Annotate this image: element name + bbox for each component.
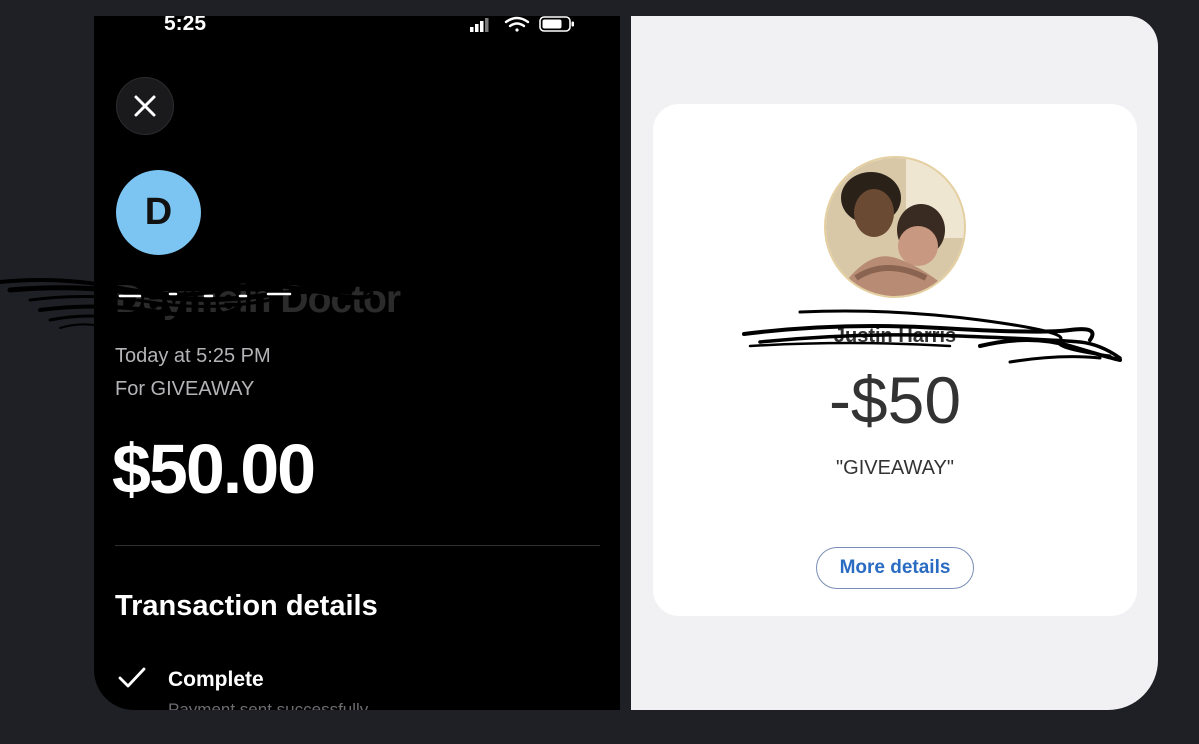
payment-amount: -$50 (828, 363, 962, 437)
divider (115, 545, 600, 546)
recipient-avatar: D (116, 170, 201, 255)
more-details-button[interactable]: More details (816, 547, 974, 589)
payment-detail-screen: 5:25 D Deymein Doctor Today at 5:25 PM F… (94, 16, 620, 710)
battery-icon (539, 16, 574, 32)
redaction-scribble (0, 278, 374, 329)
redaction-scribble (742, 309, 1122, 364)
section-title: Transaction details (115, 590, 378, 622)
cellular-signal-icon (470, 18, 489, 32)
status-bar-icons (470, 16, 574, 32)
close-button[interactable] (116, 77, 174, 135)
status-sublabel: Payment sent successfully (168, 700, 369, 710)
status-time: 5:25 (164, 16, 207, 35)
transaction-note: For GIVEAWAY (115, 378, 255, 400)
recipient-photo (824, 156, 966, 298)
payment-memo: "GIVEAWAY" (836, 457, 954, 479)
wifi-icon (504, 16, 530, 32)
checkmark-icon (118, 667, 146, 688)
status-label: Complete (168, 668, 264, 691)
close-icon (134, 95, 156, 117)
transaction-amount: $50.00 (112, 430, 316, 508)
transaction-date: Today at 5:25 PM (115, 345, 271, 367)
